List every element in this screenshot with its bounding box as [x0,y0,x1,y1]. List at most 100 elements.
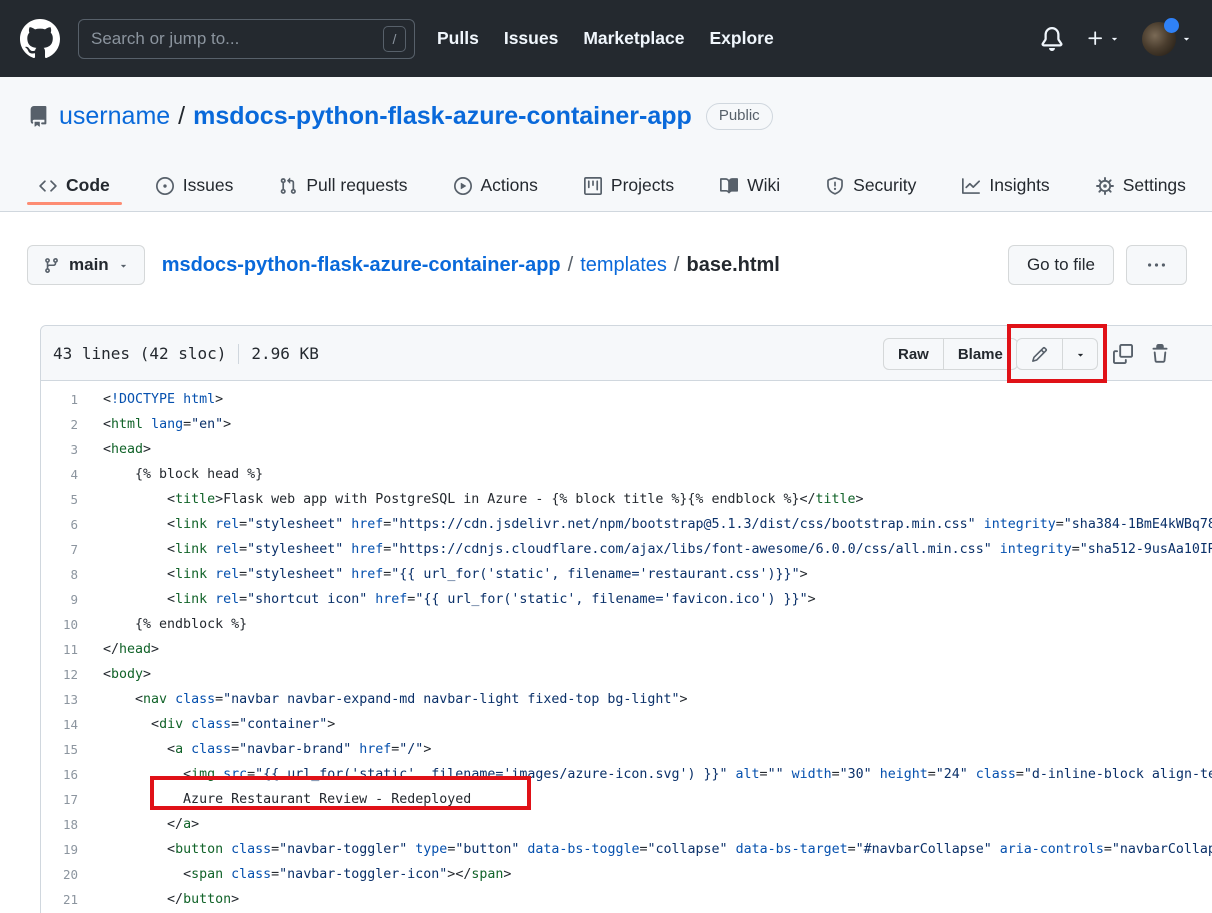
edit-button-group [1016,338,1098,370]
code-line-19: 19 <button class="navbar-toggler" type="… [41,837,1212,862]
line-number-4[interactable]: 4 [41,462,78,487]
breadcrumb-segment-1[interactable]: templates [580,254,667,276]
line-number-6[interactable]: 6 [41,512,78,537]
tab-actions[interactable]: Actions [442,175,550,212]
code-line-6: 6 <link rel="stylesheet" href="https://c… [41,512,1212,537]
tab-label: Pull requests [306,175,407,196]
line-number-18[interactable]: 18 [41,812,78,837]
tab-issues[interactable]: Issues [144,175,246,212]
tab-settings[interactable]: Settings [1084,175,1198,212]
code-line-content: <nav class="navbar navbar-expand-md navb… [78,687,687,712]
header-nav-marketplace[interactable]: Marketplace [583,28,684,49]
delete-file-button[interactable] [1150,344,1170,364]
line-number-5[interactable]: 5 [41,487,78,512]
line-number-10[interactable]: 10 [41,612,78,637]
file-size: 2.96 KB [251,344,318,363]
header-nav-pulls[interactable]: Pulls [437,28,479,49]
code-line-content: <link rel="shortcut icon" href="{{ url_f… [78,587,816,612]
tab-insights[interactable]: Insights [950,175,1061,212]
code-line-9: 9 <link rel="shortcut icon" href="{{ url… [41,587,1212,612]
code-line-content: <html lang="en"> [78,412,231,437]
tab-projects[interactable]: Projects [572,175,686,212]
code-line-content: </button> [78,887,239,912]
code-line-content: {% endblock %} [78,612,247,637]
line-number-12[interactable]: 12 [41,662,78,687]
create-new-button[interactable] [1086,29,1120,48]
bell-icon [1040,27,1064,51]
code-line-content: </head> [78,637,159,662]
code-line-2: 2<html lang="en"> [41,412,1212,437]
line-number-9[interactable]: 9 [41,587,78,612]
repo-owner-link[interactable]: username [59,102,170,131]
tab-label: Settings [1123,175,1186,196]
line-number-3[interactable]: 3 [41,437,78,462]
line-number-16[interactable]: 16 [41,762,78,787]
code-line-15: 15 <a class="navbar-brand" href="/"> [41,737,1212,762]
visibility-badge: Public [706,103,773,130]
breadcrumb-separator: / [568,254,574,276]
copy-icon [1113,344,1133,364]
line-number-7[interactable]: 7 [41,537,78,562]
notifications-button[interactable] [1040,27,1064,51]
breadcrumb-separator: / [674,254,680,276]
github-logo[interactable] [20,19,60,59]
raw-blame-group: Raw Blame [883,338,1018,370]
trash-icon [1150,344,1170,364]
line-number-14[interactable]: 14 [41,712,78,737]
file-viewer: 43 lines (42 sloc) 2.96 KB Raw Blame 1<!… [40,325,1212,913]
header-nav-issues[interactable]: Issues [504,28,558,49]
line-number-1[interactable]: 1 [41,387,78,412]
branch-name: main [69,255,109,275]
pencil-icon [1031,346,1048,363]
repo-name-link[interactable]: msdocs-python-flask-azure-container-app [193,102,692,131]
tab-security[interactable]: Security [814,175,928,212]
line-number-13[interactable]: 13 [41,687,78,712]
code-line-17: 17 Azure Restaurant Review - Redeployed [41,787,1212,812]
line-number-2[interactable]: 2 [41,412,78,437]
more-options-button[interactable] [1126,245,1187,285]
issue-opened-icon [156,177,174,195]
breadcrumb: msdocs-python-flask-azure-container-app /… [162,254,780,277]
kebab-icon [1148,257,1165,274]
header-nav-explore[interactable]: Explore [709,28,773,49]
divider [238,344,239,364]
code-line-content: <span class="navbar-toggler-icon"></span… [78,862,511,887]
code-line-4: 4 {% block head %} [41,462,1212,487]
line-number-17[interactable]: 17 [41,787,78,812]
tab-label: Insights [989,175,1049,196]
chevron-down-icon [1181,33,1192,44]
line-number-20[interactable]: 20 [41,862,78,887]
raw-button[interactable]: Raw [883,338,944,370]
branch-selector[interactable]: main [27,245,145,285]
tab-pull-requests[interactable]: Pull requests [267,175,419,212]
gear-icon [1096,177,1114,195]
line-number-21[interactable]: 21 [41,887,78,912]
user-menu-button[interactable] [1142,22,1192,56]
line-number-8[interactable]: 8 [41,562,78,587]
breadcrumb-current-file: base.html [686,254,779,276]
edit-dropdown-button[interactable] [1062,338,1098,370]
code-line-11: 11</head> [41,637,1212,662]
project-icon [584,177,602,195]
line-number-15[interactable]: 15 [41,737,78,762]
search-placeholder: Search or jump to... [91,29,239,49]
breadcrumb-segment-0[interactable]: msdocs-python-flask-azure-container-app [162,254,561,276]
line-number-19[interactable]: 19 [41,837,78,862]
code-line-content: <link rel="stylesheet" href="https://cdn… [78,537,1212,562]
notification-dot [1164,18,1179,33]
edit-file-button[interactable] [1016,338,1063,370]
repo-title: username / msdocs-python-flask-azure-con… [28,102,773,131]
file-info: 43 lines (42 sloc) 2.96 KB [53,326,319,381]
tab-code[interactable]: Code [27,175,122,212]
tab-label: Issues [183,175,234,196]
file-nav-row: main msdocs-python-flask-azure-container… [27,245,1187,285]
copy-file-button[interactable] [1113,344,1133,364]
tab-wiki[interactable]: Wiki [708,175,792,212]
go-to-file-button[interactable]: Go to file [1008,245,1114,285]
chevron-down-icon [1075,349,1086,360]
code-line-content: <img src="{{ url_for('static', filename=… [78,762,1212,787]
tab-label: Projects [611,175,674,196]
search-input[interactable]: Search or jump to... / [78,19,415,59]
blame-button[interactable]: Blame [943,338,1018,370]
line-number-11[interactable]: 11 [41,637,78,662]
